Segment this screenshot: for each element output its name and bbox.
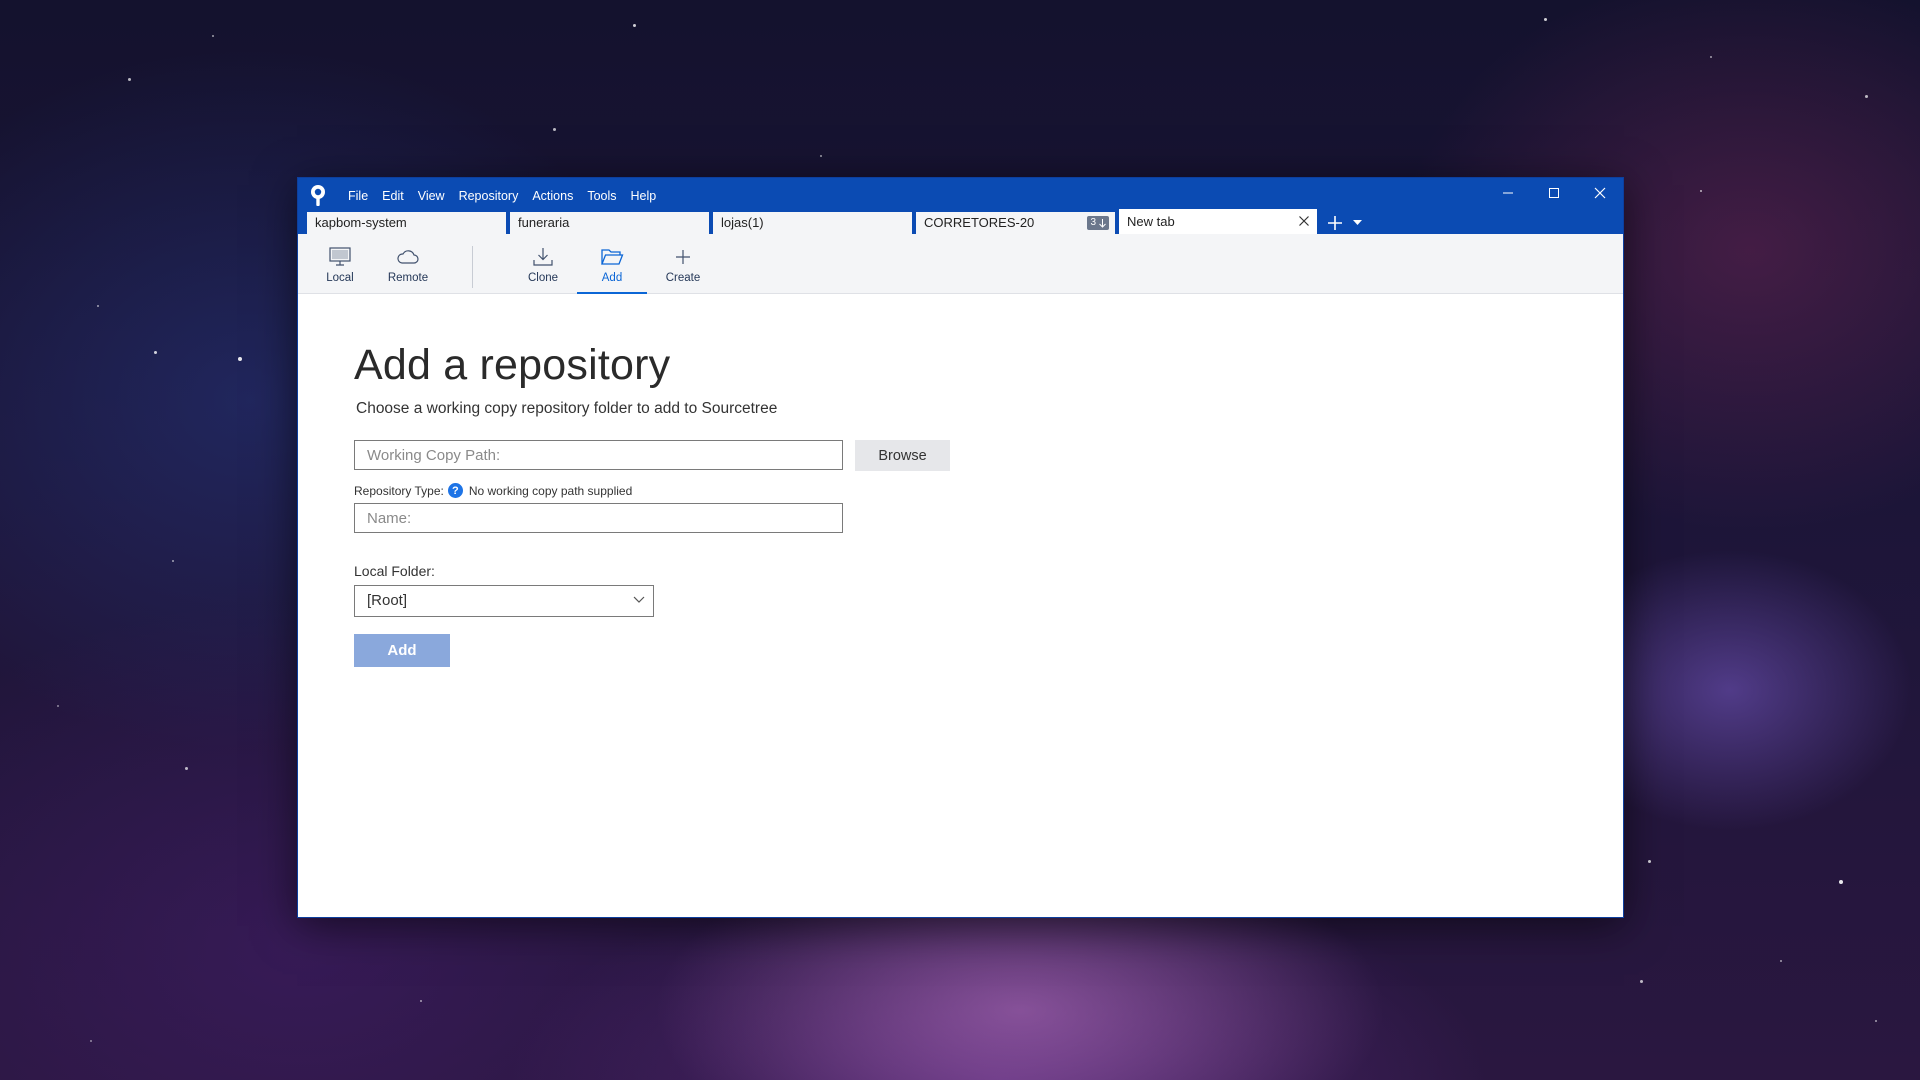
menu-tools[interactable]: Tools — [580, 186, 623, 206]
add-button[interactable]: Add — [354, 634, 450, 667]
minimize-button[interactable] — [1485, 178, 1531, 208]
tab-label: kapbom-system — [315, 215, 407, 230]
local-folder-select[interactable]: [Root] — [354, 585, 654, 617]
menu-help[interactable]: Help — [624, 186, 664, 206]
toolbar-add[interactable]: Add — [577, 234, 647, 294]
tab-label: CORRETORES-20 — [924, 215, 1035, 230]
plus-icon — [1328, 216, 1342, 230]
close-icon — [1594, 187, 1606, 199]
menu-view[interactable]: View — [411, 186, 452, 206]
minimize-icon — [1503, 192, 1513, 194]
toolbar-local[interactable]: Local — [316, 234, 364, 294]
menu-edit[interactable]: Edit — [375, 186, 411, 206]
sourcetree-window: File Edit View Repository Actions Tools … — [297, 177, 1624, 918]
local-folder-section: Local Folder: [Root] Add — [354, 294, 1623, 917]
toolbar-remote-label: Remote — [387, 272, 429, 284]
toolbar-local-label: Local — [326, 272, 354, 284]
download-icon — [533, 248, 553, 266]
tab-label: New tab — [1127, 214, 1175, 229]
toolbar-add-label: Add — [601, 272, 623, 284]
toolbar-create[interactable]: Create — [655, 234, 711, 294]
local-folder-value: [Root] — [367, 592, 408, 609]
tab-lojas[interactable]: lojas(1) — [713, 212, 912, 234]
maximize-icon — [1549, 188, 1559, 198]
tab-new-tab[interactable]: New tab — [1119, 209, 1317, 234]
sourcetree-logo-icon — [311, 185, 325, 206]
toolbar-clone[interactable]: Clone — [518, 234, 568, 294]
menu-file[interactable]: File — [341, 186, 375, 206]
close-tab-icon[interactable] — [1297, 214, 1311, 228]
tab-list-dropdown[interactable] — [1347, 212, 1367, 234]
menu-repository[interactable]: Repository — [452, 186, 526, 206]
new-tab-button[interactable] — [1323, 212, 1347, 234]
arrow-down-icon — [1099, 218, 1106, 228]
pull-count-badge: 3 — [1087, 216, 1109, 230]
new-tab-toolbar: Local Remote Clone Add Create — [298, 234, 1623, 294]
tab-label: funeraria — [518, 215, 570, 230]
toolbar-create-label: Create — [665, 272, 701, 284]
repository-tabs: kapbom-system funeraria lojas(1) CORRETO… — [307, 209, 1367, 234]
maximize-button[interactable] — [1531, 178, 1577, 208]
title-bar: File Edit View Repository Actions Tools … — [298, 178, 1623, 234]
cloud-icon — [397, 250, 419, 264]
tab-kapbom-system[interactable]: kapbom-system — [307, 212, 506, 234]
tab-funeraria[interactable]: funeraria — [510, 212, 709, 234]
plus-icon — [676, 250, 690, 264]
window-controls — [1485, 178, 1623, 208]
pull-count: 3 — [1090, 217, 1096, 228]
toolbar-separator — [472, 246, 473, 288]
chevron-down-icon — [633, 596, 645, 603]
tab-corretores[interactable]: CORRETORES-20 3 — [916, 212, 1115, 234]
menu-bar: File Edit View Repository Actions Tools … — [341, 186, 663, 206]
local-folder-label: Local Folder: — [354, 563, 435, 579]
toolbar-clone-label: Clone — [527, 272, 559, 284]
close-window-button[interactable] — [1577, 178, 1623, 208]
tab-label: lojas(1) — [721, 215, 764, 230]
menu-actions[interactable]: Actions — [525, 186, 580, 206]
folder-open-icon — [601, 249, 624, 265]
toolbar-remote[interactable]: Remote — [375, 234, 441, 294]
monitor-icon — [329, 247, 351, 266]
caret-down-icon — [1352, 220, 1362, 225]
